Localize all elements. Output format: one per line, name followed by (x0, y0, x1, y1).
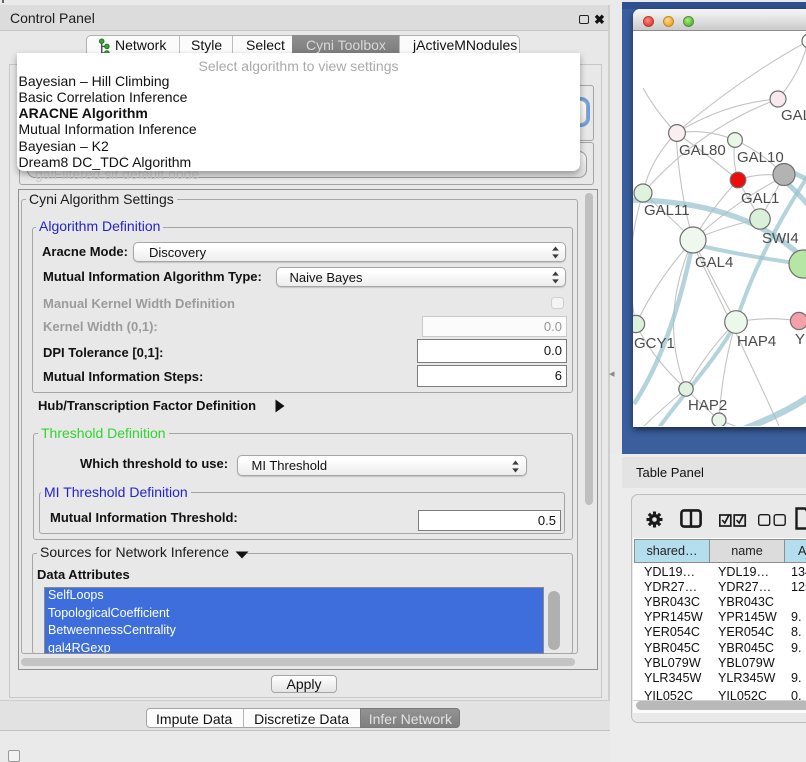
svg-text:GAL1: GAL1 (741, 190, 779, 207)
svg-text:GAL2: GAL2 (781, 107, 806, 124)
svg-text:Y: Y (795, 331, 805, 348)
svg-text:GAL4: GAL4 (695, 254, 733, 271)
svg-text:GAL11: GAL11 (644, 202, 690, 219)
svg-text:SWI4: SWI4 (762, 230, 799, 247)
svg-text:HAP4: HAP4 (737, 333, 776, 350)
svg-text:HAP2: HAP2 (688, 397, 727, 414)
svg-text:GAL10: GAL10 (737, 149, 784, 166)
svg-text:GCY1: GCY1 (634, 335, 675, 352)
svg-text:GAL80: GAL80 (679, 142, 726, 159)
